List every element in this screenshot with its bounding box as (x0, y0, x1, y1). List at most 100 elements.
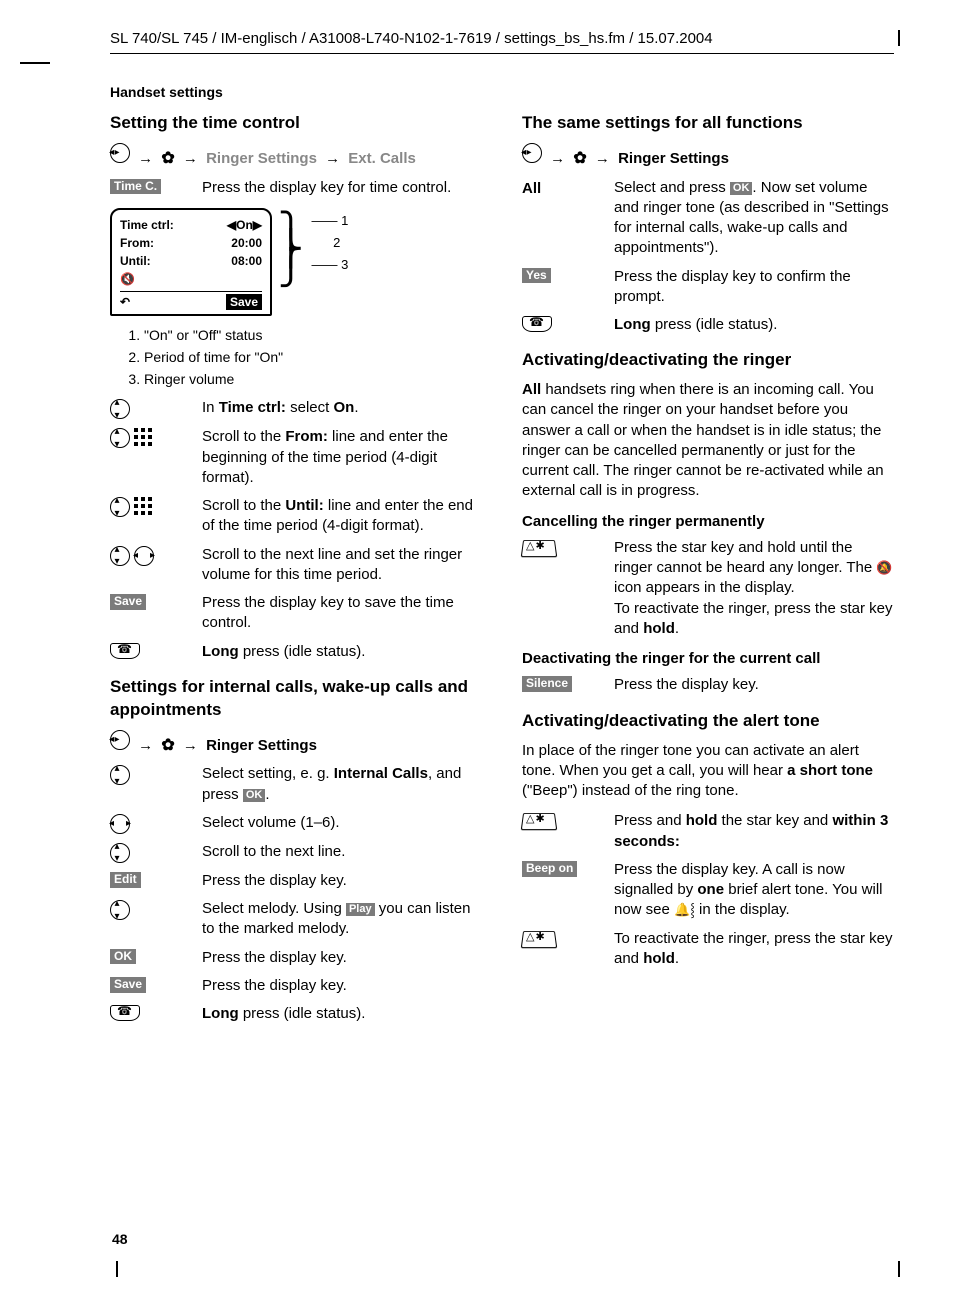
keypad-icon (134, 497, 152, 515)
step-b3: Scroll to the next line. (202, 842, 482, 862)
nav-ringer-settings: Ringer Settings (206, 150, 317, 167)
ok-key: OK (110, 949, 136, 965)
heading-cancel-permanent: Cancelling the ringer permanently (522, 512, 894, 532)
arrow-icon: → (138, 737, 153, 754)
callout-3: —— 3 (312, 254, 349, 276)
step-long: Long press (idle status). (202, 642, 482, 662)
star-key-icon (522, 539, 556, 557)
crop-mark (898, 30, 900, 46)
alert-s1: Press and hold the star key and within 3… (614, 811, 894, 852)
ringer-paragraph: All handsets ring when there is an incom… (522, 380, 894, 502)
save-key: Save (110, 594, 146, 610)
arrow-icon: → (138, 150, 153, 167)
phone-screen-mock: Time ctrl:◀On▶ From:20:00 Until:08:00 🔇 … (110, 208, 482, 316)
nav-updown-icon (110, 843, 130, 863)
step-a3: Scroll to the Until: line and enter the … (202, 496, 482, 537)
nav-ext-calls: Ext. Calls (348, 150, 416, 167)
time-c-text: Press the display key for time control. (202, 178, 482, 198)
steps-alert: Press and hold the star key and within 3… (522, 811, 894, 969)
section-label: Handset settings (110, 84, 894, 100)
pm-label-until: Until: (120, 253, 151, 269)
steps-time-control: In Time ctrl: select On. Scroll to the F… (110, 398, 482, 662)
nav-updown-icon (110, 399, 130, 419)
speaker-icon: 🔇 (120, 271, 135, 287)
nav-updown-icon (110, 428, 130, 448)
nav-key-icon (110, 730, 130, 750)
step-long3: Long press (idle status). (614, 315, 894, 335)
bell-off-icon: 🔕 (876, 560, 892, 575)
silence-text: Press the display key. (614, 675, 894, 695)
arrow-icon: → (183, 150, 198, 167)
step-a4: Scroll to the next line and set the ring… (202, 545, 482, 586)
right-column: The same settings for all functions → ✿ … (522, 110, 894, 1032)
star-key-icon (522, 930, 556, 948)
nav-ringer-settings: Ringer Settings (206, 737, 317, 754)
phone-legend: "On" or "Off" status Period of time for … (110, 326, 482, 389)
crop-mark (898, 1261, 900, 1277)
step-edit: Press the display key. (202, 871, 482, 891)
crop-mark (20, 62, 50, 64)
arrow-icon: → (550, 150, 565, 167)
save-key: Save (110, 977, 146, 993)
hangup-key-icon (110, 1005, 140, 1021)
nav-key-icon (522, 143, 542, 163)
step-time-c: Time C. Press the display key for time c… (110, 178, 482, 198)
nav-updown-icon (110, 497, 130, 517)
alert-paragraph: In place of the ringer tone you can acti… (522, 741, 894, 802)
step-a1: In Time ctrl: select On. (202, 398, 482, 418)
nav-updown-icon (110, 900, 130, 920)
step-b2: Select volume (1–6). (202, 813, 482, 833)
nav-ringer-settings: Ringer Settings (618, 150, 729, 167)
alert-s3: To reactivate the ringer, press the star… (614, 929, 894, 970)
content-columns: Setting the time control → ✿ → Ringer Se… (110, 110, 894, 1032)
yes-text: Press the display key to confirm the pro… (614, 267, 894, 308)
nav-path-ringer: → ✿ → Ringer Settings (110, 730, 482, 757)
pm-value-from: 20:00 (231, 235, 262, 251)
step-ok: Press the display key. (202, 948, 482, 968)
pm-label-from: From: (120, 235, 154, 251)
nav-updown-icon (110, 765, 130, 785)
gear-icon: ✿ (161, 148, 174, 170)
callout-2: 2 (312, 232, 349, 254)
legend-3: Ringer volume (144, 370, 482, 389)
cancel-text: Press the star key and hold until the ri… (614, 538, 894, 639)
page-number: 48 (112, 1231, 128, 1247)
brace-icon: ⎫⎬⎭ (278, 208, 304, 278)
phone-screen: Time ctrl:◀On▶ From:20:00 Until:08:00 🔇 … (110, 208, 272, 316)
pm-label-timectrl: Time ctrl: (120, 217, 174, 233)
arrow-icon: → (183, 737, 198, 754)
ok-chip: OK (730, 182, 753, 195)
arrow-icon: → (595, 150, 610, 167)
heading-activate-ringer: Activating/deactivating the ringer (522, 349, 894, 372)
step-save: Press the display key to save the time c… (202, 593, 482, 634)
hangup-key-icon (110, 643, 140, 659)
arrow-icon: → (325, 150, 340, 167)
nav-path-ringer-2: → ✿ → Ringer Settings (522, 143, 894, 170)
legend-1: "On" or "Off" status (144, 326, 482, 345)
left-column: Setting the time control → ✿ → Ringer Se… (110, 110, 482, 1032)
star-key-icon (522, 812, 556, 830)
play-chip: Play (346, 903, 375, 916)
keypad-icon (134, 428, 152, 446)
gear-icon: ✿ (573, 148, 586, 170)
time-c-key: Time C. (110, 179, 161, 195)
callout-1: —— 1 (312, 210, 349, 232)
all-text: Select and press OK. Now set volume and … (614, 178, 894, 259)
phone-callouts: —— 1 2 —— 3 (312, 208, 349, 276)
pm-value-on: ◀On▶ (227, 217, 262, 233)
pm-save-label: Save (226, 294, 262, 310)
edit-key: Edit (110, 872, 141, 888)
steps-internal: Select setting, e. g. Internal Calls, an… (110, 764, 482, 1024)
crop-mark (116, 1261, 118, 1277)
gear-icon: ✿ (161, 735, 174, 757)
header-path: SL 740/SL 745 / IM-englisch / A31008-L74… (110, 30, 713, 47)
yes-key: Yes (522, 268, 551, 284)
beep-text: Press the display key. A call is now sig… (614, 860, 894, 921)
heading-internal-calls: Settings for internal calls, wake-up cal… (110, 676, 482, 722)
nav-path-ext-calls: → ✿ → Ringer Settings → Ext. Calls (110, 143, 482, 170)
bell-wave-icon: 🔔⸾ (674, 902, 695, 917)
heading-time-control: Setting the time control (110, 112, 482, 135)
manual-page: SL 740/SL 745 / IM-englisch / A31008-L74… (0, 0, 954, 1307)
heading-alert-tone: Activating/deactivating the alert tone (522, 710, 894, 733)
legend-2: Period of time for "On" (144, 348, 482, 367)
